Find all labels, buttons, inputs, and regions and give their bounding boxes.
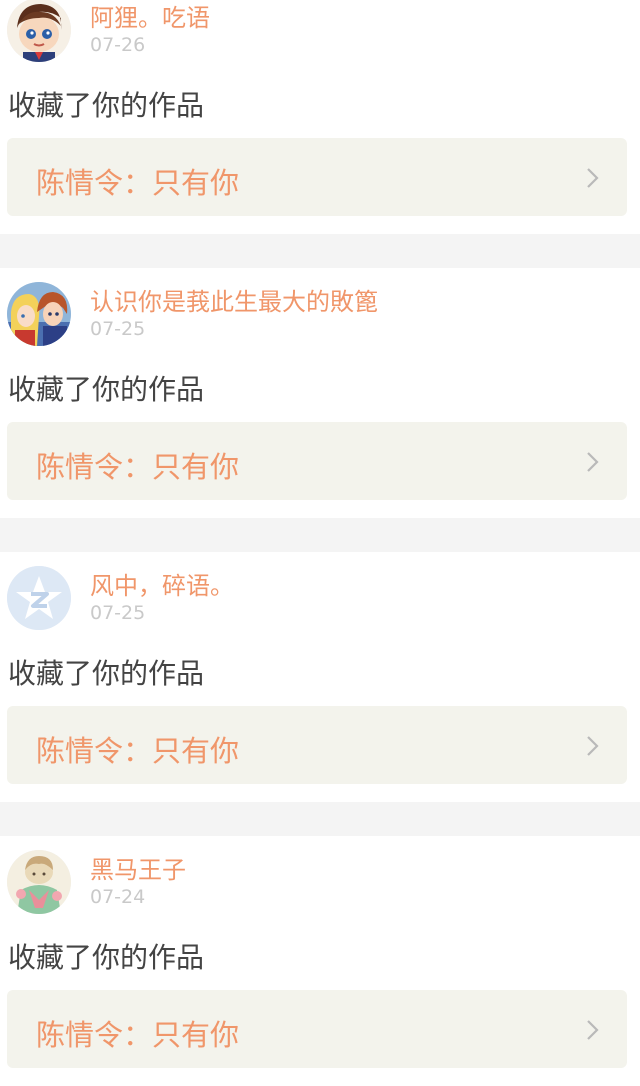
separator [0, 518, 640, 552]
feed-item: 阿狸。吃语 07-26 收藏了你的作品 陈情令：只有你 [0, 0, 640, 234]
feed-item: 风中，碎语。 07-25 收藏了你的作品 陈情令：只有你 [0, 552, 640, 802]
activity-feed: 阿狸。吃语 07-26 收藏了你的作品 陈情令：只有你 认识你是莪此生最大的敗篦… [0, 0, 640, 1086]
work-title: 陈情令：只有你 [36, 1018, 240, 1052]
cartoon-boy-icon [7, 0, 71, 62]
default-star-icon [7, 566, 71, 630]
action-text: 收藏了你的作品 [8, 89, 205, 122]
timestamp: 07-25 [90, 318, 146, 340]
timestamp: 07-26 [90, 34, 146, 56]
user-name[interactable]: 认识你是莪此生最大的敗篦 [90, 282, 378, 317]
work-card[interactable]: 陈情令：只有你 [7, 706, 627, 784]
feed-item: 认识你是莪此生最大的敗篦 07-25 收藏了你的作品 陈情令：只有你 [0, 268, 640, 518]
separator [0, 234, 640, 268]
user-name[interactable]: 阿狸。吃语 [90, 0, 210, 33]
chevron-right-icon [587, 1020, 599, 1040]
anime-couple-icon [7, 282, 71, 346]
action-text: 收藏了你的作品 [8, 657, 205, 690]
action-text: 收藏了你的作品 [8, 373, 205, 406]
action-text: 收藏了你的作品 [8, 941, 205, 974]
timestamp: 07-24 [90, 886, 146, 908]
work-title: 陈情令：只有你 [36, 166, 240, 200]
avatar[interactable] [7, 850, 71, 914]
user-name[interactable]: 黑马王子 [90, 850, 186, 885]
work-title: 陈情令：只有你 [36, 734, 240, 768]
work-title: 陈情令：只有你 [36, 450, 240, 484]
avatar[interactable] [7, 566, 71, 630]
separator [0, 802, 640, 836]
work-card[interactable]: 陈情令：只有你 [7, 138, 627, 216]
user-name[interactable]: 风中，碎语。 [90, 566, 234, 601]
avatar[interactable] [7, 282, 71, 346]
work-card[interactable]: 陈情令：只有你 [7, 990, 627, 1068]
timestamp: 07-25 [90, 602, 146, 624]
chevron-right-icon [587, 168, 599, 188]
feed-item: 黑马王子 07-24 收藏了你的作品 陈情令：只有你 [0, 836, 640, 1086]
chevron-right-icon [587, 452, 599, 472]
illustration-girl-icon [7, 850, 71, 914]
avatar[interactable] [7, 0, 71, 62]
work-card[interactable]: 陈情令：只有你 [7, 422, 627, 500]
chevron-right-icon [587, 736, 599, 756]
